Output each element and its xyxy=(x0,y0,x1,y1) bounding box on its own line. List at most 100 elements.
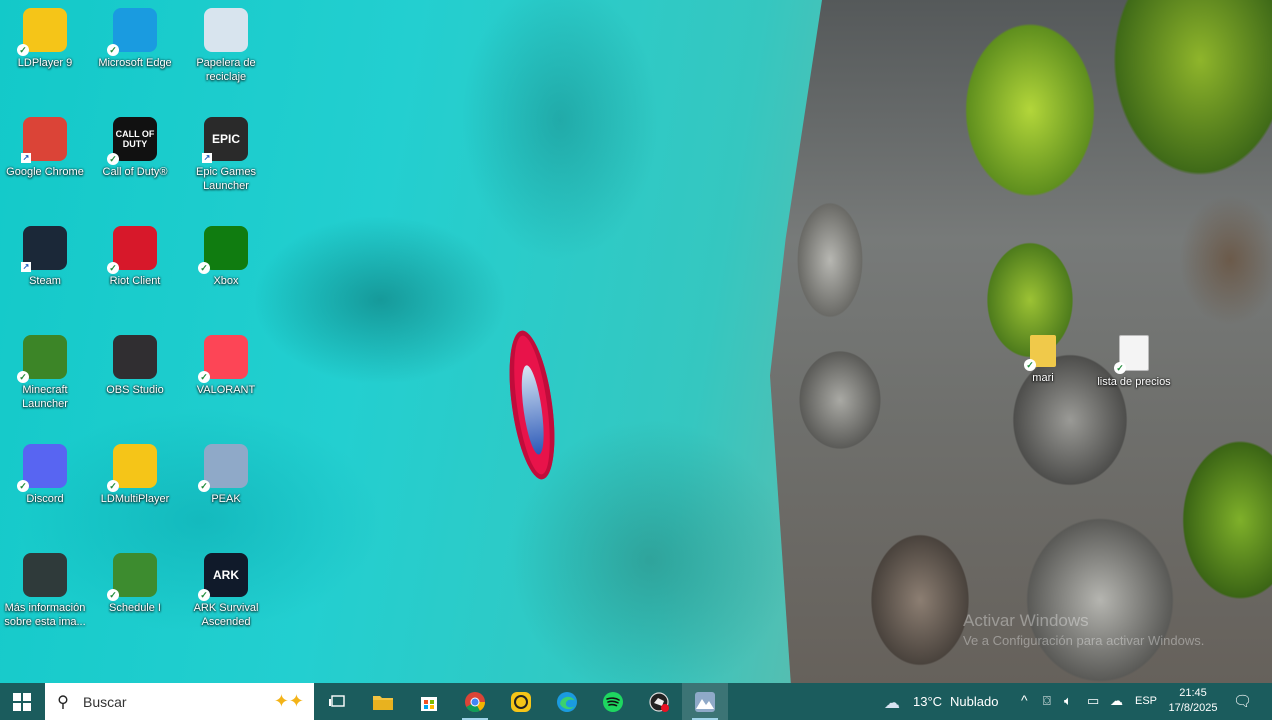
taskbar-file-explorer[interactable] xyxy=(360,683,406,720)
activate-windows-watermark: Activar Windows Ve a Configuración para … xyxy=(963,611,1204,651)
peak-icon: ✓ xyxy=(198,444,248,492)
peak-icon xyxy=(695,691,715,712)
file-explorer-icon xyxy=(373,695,393,710)
taskbar-riot-client[interactable] xyxy=(636,683,682,720)
wallpaper-paddleboard xyxy=(501,327,563,483)
start-button[interactable] xyxy=(0,683,44,720)
edge-icon xyxy=(557,691,577,712)
desktop-icon-ldmultiplayer[interactable]: ✓ LDMultiPlayer xyxy=(90,436,180,506)
sync-status-icon: ✓ xyxy=(17,371,29,383)
desktop-icon-epic-games[interactable]: EPIC ↗ Epic Games Launcher xyxy=(181,109,271,193)
weather-condition[interactable]: Nublado xyxy=(950,694,998,709)
taskbar-microsoft-store[interactable] xyxy=(406,683,452,720)
task-view-icon xyxy=(329,694,345,707)
desktop-icon-ark[interactable]: ARK ✓ ARK Survival Ascended xyxy=(181,545,271,629)
taskbar-google-chrome[interactable] xyxy=(452,683,498,720)
taskbar-search-box[interactable]: ⚲ ✦✦ xyxy=(45,683,314,720)
taskbar-task-view-button[interactable] xyxy=(314,683,360,720)
recycle-bin-icon xyxy=(204,8,248,52)
sync-status-icon: ✓ xyxy=(1024,359,1036,371)
ldplayer-icon xyxy=(511,691,531,712)
sync-status-icon: ✓ xyxy=(107,44,119,56)
desktop-icon-info-camera[interactable]: Más información sobre esta ima... xyxy=(0,545,90,629)
desktop-icon-folder[interactable]: ✓ mari xyxy=(998,327,1088,385)
steam-icon: ↗ xyxy=(21,226,67,272)
search-icon: ⚲ xyxy=(57,693,69,711)
search-input[interactable] xyxy=(81,692,245,711)
sync-status-icon: ✓ xyxy=(107,153,119,165)
desktop-icon-label: LDPlayer 9 xyxy=(17,57,73,69)
shortcut-arrow-icon: ↗ xyxy=(21,262,31,272)
chevron-up-icon[interactable]: ^ xyxy=(1021,692,1028,708)
call-of-duty-icon: CALL OF DUTY ✓ xyxy=(107,117,157,165)
desktop-icon-label: lista de precios xyxy=(1097,376,1171,388)
desktop-icon-minecraft[interactable]: ✓ Minecraft Launcher xyxy=(0,327,90,411)
shortcut-arrow-icon: ↗ xyxy=(21,153,31,163)
desktop-icon-label: Discord xyxy=(26,493,64,505)
taskbar: ⚲ ✦✦ xyxy=(0,683,1272,720)
desktop-icon-label: Epic Games Launcher xyxy=(196,166,256,192)
spotify-icon xyxy=(603,691,623,712)
desktop-icon-label: LDMultiPlayer xyxy=(100,493,170,505)
speaker-icon[interactable]: 🔈︎ xyxy=(1064,693,1072,709)
desktop-icon-label: Riot Client xyxy=(109,275,161,287)
network-icon[interactable]: ▭ xyxy=(1087,693,1099,709)
desktop-icon-chrome-html-file[interactable]: ✓ lista de precios xyxy=(1089,327,1179,389)
clock-time: 21:45 xyxy=(1179,687,1207,699)
desktop-icon-call-of-duty[interactable]: CALL OF DUTY ✓ Call of Duty® xyxy=(90,109,180,179)
desktop-icon-discord[interactable]: ✓ Discord xyxy=(0,436,90,506)
epic-games-icon: EPIC ↗ xyxy=(202,117,248,163)
sync-status-icon: ✓ xyxy=(198,371,210,383)
desktop-icon-xbox[interactable]: ✓ Xbox xyxy=(181,218,271,288)
weather-temperature[interactable]: 13°C xyxy=(913,694,942,709)
obs-icon xyxy=(113,335,157,379)
minecraft-icon: ✓ xyxy=(17,335,67,383)
windows-logo-icon xyxy=(13,692,31,711)
camera-icon[interactable]: ⌼ xyxy=(1043,693,1051,709)
desktop-icon-label: Microsoft Edge xyxy=(98,57,172,69)
desktop-icon-obs[interactable]: OBS Studio xyxy=(90,327,180,397)
sync-status-icon: ✓ xyxy=(198,262,210,274)
store-icon xyxy=(421,696,437,711)
search-highlight-icon[interactable]: ✦✦ xyxy=(274,691,304,712)
desktop-icon-recycle-bin[interactable]: Papelera de reciclaje xyxy=(181,0,271,84)
weather-cloud-icon[interactable]: ☁ xyxy=(884,693,900,713)
desktop-icon-label: Google Chrome xyxy=(6,166,84,178)
desktop-icon-steam[interactable]: ↗ Steam xyxy=(0,218,90,288)
taskbar-peak[interactable] xyxy=(682,683,728,720)
clock[interactable]: 21:45 17/8/2025 xyxy=(1164,686,1222,716)
desktop-icon-peak[interactable]: ✓ PEAK xyxy=(181,436,271,506)
desktop-icon-label: ARK Survival Ascended xyxy=(193,602,259,628)
edge-icon: ✓ xyxy=(107,8,157,56)
watermark-subtitle: Ve a Configuración para activar Windows. xyxy=(963,633,1205,648)
ark-icon: ARK ✓ xyxy=(198,553,248,601)
riot-client-icon xyxy=(649,691,669,712)
onedrive-cloud-icon[interactable]: ☁ xyxy=(1110,693,1123,709)
sync-status-icon: ✓ xyxy=(17,480,29,492)
sync-status-icon: ✓ xyxy=(107,262,119,274)
desktop-icon-chrome[interactable]: ↗ Google Chrome xyxy=(0,109,90,179)
taskbar-ldplayer[interactable] xyxy=(498,683,544,720)
desktop-icon-riot-client[interactable]: ✓ Riot Client xyxy=(90,218,180,288)
desktop-icon-ldplayer[interactable]: ✓ LDPlayer 9 xyxy=(0,0,90,70)
discord-icon: ✓ xyxy=(17,444,67,492)
riot-client-icon: ✓ xyxy=(107,226,157,274)
desktop-icon-edge[interactable]: ✓ Microsoft Edge xyxy=(90,0,180,70)
language-indicator[interactable]: ESP xyxy=(1135,695,1157,707)
taskbar-spotify[interactable] xyxy=(590,683,636,720)
desktop-icon-label: Xbox xyxy=(213,275,239,287)
shortcut-arrow-icon: ↗ xyxy=(202,153,212,163)
sync-status-icon: ✓ xyxy=(198,589,210,601)
ldmultiplayer-icon: ✓ xyxy=(107,444,157,492)
sync-status-icon: ✓ xyxy=(107,589,119,601)
desktop-icon-label: Schedule I xyxy=(109,602,161,614)
desktop-icon-valorant[interactable]: ✓ VALORANT xyxy=(181,327,271,397)
chrome-html-file-icon: ✓ xyxy=(1114,335,1149,374)
desktop-icon-schedule-i[interactable]: ✓ Schedule I xyxy=(90,545,180,615)
desktop-icon-label: mari xyxy=(1032,372,1054,384)
sync-status-icon: ✓ xyxy=(107,480,119,492)
valorant-icon: ✓ xyxy=(198,335,248,383)
notification-center-icon[interactable]: 🗨︎ xyxy=(1233,692,1252,710)
desktop-icon-label: Steam xyxy=(29,275,61,287)
taskbar-microsoft-edge[interactable] xyxy=(544,683,590,720)
